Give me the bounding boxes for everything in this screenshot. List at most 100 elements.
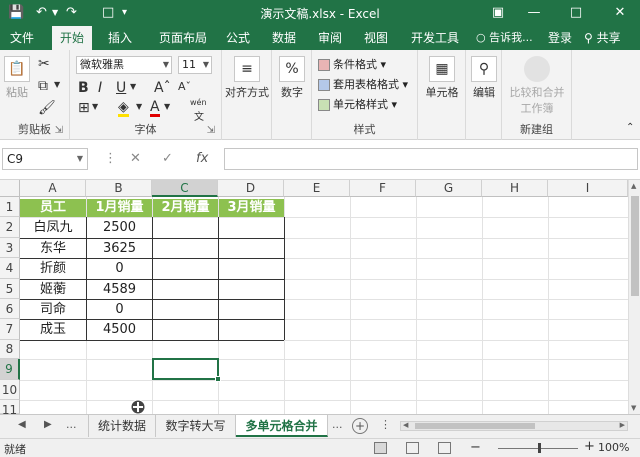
tab-page-layout[interactable]: 页面布局 [148, 26, 218, 50]
row-header-8[interactable]: 8 [0, 340, 20, 359]
row-header-5[interactable]: 5 [0, 279, 20, 299]
font-color-dropdown-icon[interactable]: ▼ [164, 102, 170, 111]
column-header-g[interactable]: G [416, 180, 482, 197]
borders-icon[interactable]: ⊞ [78, 100, 90, 116]
maximize-icon[interactable]: □ [566, 3, 586, 23]
cell-a7[interactable]: 成玉 [20, 320, 86, 340]
share-button[interactable]: ⚲ 共享 [580, 28, 625, 48]
bold-icon[interactable]: B [78, 80, 89, 96]
cell-a3[interactable]: 东华 [20, 239, 86, 258]
phonetic-guide-icon[interactable]: wén [190, 98, 207, 107]
scroll-up-icon[interactable]: ▲ [631, 182, 636, 190]
minimize-icon[interactable]: — [524, 3, 544, 23]
format-as-table-button[interactable]: 套用表格格式 ▾ [318, 76, 408, 94]
select-all-corner[interactable] [0, 180, 20, 197]
row-header-3[interactable]: 3 [0, 238, 20, 258]
cells-button[interactable]: ▦ 单元格 [422, 56, 462, 100]
tab-home[interactable]: 开始 [52, 26, 92, 50]
cell-b5[interactable]: 4589 [87, 280, 152, 299]
format-painter-icon[interactable]: 🖌 [38, 100, 56, 116]
borders-dropdown-icon[interactable]: ▼ [92, 102, 98, 111]
row-header-4[interactable]: 4 [0, 258, 20, 279]
cell-styles-button[interactable]: 单元格样式 ▾ [318, 96, 397, 114]
cell-b2[interactable]: 2500 [87, 218, 152, 238]
alignment-button[interactable]: ≡ 对齐方式 [224, 56, 270, 100]
header-cell-b1[interactable]: 1月销量 [87, 199, 152, 217]
cell-b6[interactable]: 0 [87, 300, 152, 319]
tab-review[interactable]: 审阅 [310, 26, 350, 50]
vertical-scroll-thumb[interactable] [631, 196, 639, 296]
tab-file[interactable]: 文件 [2, 26, 42, 50]
header-cell-a1[interactable]: 员工 [20, 199, 86, 217]
fill-color-icon[interactable]: ◈ [118, 100, 129, 117]
cancel-icon[interactable]: ✕ [130, 151, 141, 166]
sheet-tab-statistics[interactable]: 统计数据 [88, 415, 156, 437]
page-break-view-icon[interactable] [438, 442, 451, 454]
font-launcher-icon[interactable]: ⇲ [207, 125, 215, 136]
zoom-in-icon[interactable]: + [584, 439, 595, 454]
cell-b4[interactable]: 0 [87, 259, 152, 279]
login-link[interactable]: 登录 [548, 26, 572, 50]
italic-icon[interactable]: I [98, 80, 102, 96]
conditional-formatting-button[interactable]: 条件格式 ▾ [318, 56, 386, 74]
column-header-b[interactable]: B [86, 180, 152, 197]
fill-handle[interactable] [215, 376, 221, 382]
tab-developer[interactable]: 开发工具 [404, 26, 466, 50]
horizontal-scrollbar[interactable]: ◀ ▶ [400, 421, 628, 431]
insert-function-icon[interactable]: fx [196, 151, 208, 166]
column-header-e[interactable]: E [284, 180, 350, 197]
close-icon[interactable]: ✕ [610, 3, 630, 23]
clipboard-launcher-icon[interactable]: ⇲ [55, 125, 63, 136]
row-header-9[interactable]: 9 [0, 359, 20, 380]
font-name-combo[interactable]: 微软雅黑 ▼ [76, 56, 172, 74]
cell-a4[interactable]: 折颜 [20, 259, 86, 279]
tell-me-box[interactable]: ○ 告诉我... [476, 26, 533, 50]
ribbon-display-options-icon[interactable]: ▣ [488, 3, 508, 23]
tab-view[interactable]: 视图 [356, 26, 396, 50]
zoom-slider-knob[interactable] [538, 443, 541, 453]
editing-button[interactable]: ⚲ 编辑 [468, 56, 500, 100]
vertical-scrollbar[interactable]: ▲ ▼ [628, 180, 640, 414]
tab-formulas[interactable]: 公式 [218, 26, 258, 50]
formula-input[interactable] [224, 148, 638, 170]
cell-b7[interactable]: 4500 [87, 320, 152, 340]
tab-split-icon[interactable]: ⋮ [380, 418, 391, 431]
increase-font-icon[interactable]: Aˆ [154, 80, 171, 96]
decrease-font-icon[interactable]: Aˇ [178, 80, 191, 93]
scroll-right-icon[interactable]: ▶ [620, 421, 625, 429]
cell-a2[interactable]: 白凤九 [20, 218, 86, 238]
header-cell-d1[interactable]: 3月销量 [219, 199, 284, 217]
row-header-6[interactable]: 6 [0, 299, 20, 319]
compare-merge-button[interactable]: 比较和合并 工作簿 [504, 56, 570, 116]
normal-view-icon[interactable] [374, 442, 387, 454]
column-header-h[interactable]: H [482, 180, 548, 197]
cell-b3[interactable]: 3625 [87, 239, 152, 258]
paste-button[interactable]: 📋 粘贴 [2, 56, 32, 100]
more-sheets-left[interactable]: ... [66, 418, 77, 431]
horizontal-scroll-thumb[interactable] [415, 423, 535, 429]
copy-dropdown-icon[interactable]: ▼ [54, 80, 60, 89]
column-header-a[interactable]: A [20, 180, 86, 197]
row-header-10[interactable]: 10 [0, 380, 20, 400]
header-cell-c1[interactable]: 2月销量 [153, 199, 218, 217]
copy-icon[interactable]: ⧉ [38, 78, 48, 94]
selected-cell-c9[interactable] [152, 358, 221, 382]
sheet-tab-multi-cell-merge[interactable]: 多单元格合并 [236, 415, 328, 437]
name-box[interactable]: C9 ▼ [2, 148, 88, 170]
enter-icon[interactable]: ✓ [162, 151, 173, 166]
zoom-out-icon[interactable]: − [470, 440, 481, 455]
column-header-f[interactable]: F [350, 180, 416, 197]
font-color-icon[interactable]: A [150, 100, 160, 117]
tab-data[interactable]: 数据 [264, 26, 304, 50]
row-header-1[interactable]: 1 [0, 197, 20, 217]
column-header-c[interactable]: C [152, 180, 218, 197]
worksheet-grid[interactable]: A B C D E F G H I 1 2 3 4 5 6 7 8 9 10 1… [0, 180, 640, 417]
underline-icon[interactable]: U [116, 80, 126, 96]
column-header-i[interactable]: I [548, 180, 628, 197]
page-layout-view-icon[interactable] [406, 442, 419, 454]
scroll-down-icon[interactable]: ▼ [631, 404, 636, 412]
underline-dropdown-icon[interactable]: ▼ [130, 82, 136, 91]
row-header-2[interactable]: 2 [0, 217, 20, 238]
scroll-left-icon[interactable]: ◀ [403, 421, 408, 429]
row-header-11[interactable]: 11 [0, 400, 20, 417]
